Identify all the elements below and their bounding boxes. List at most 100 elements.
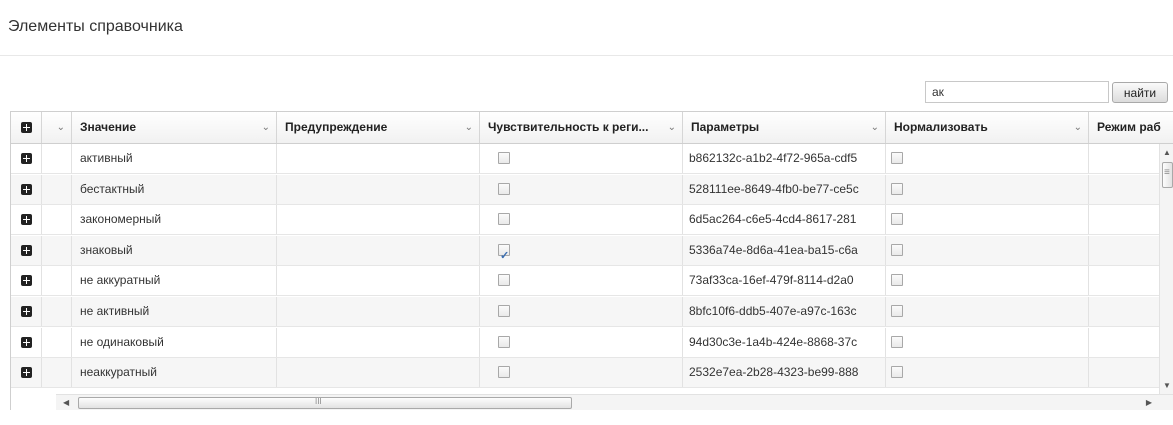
- plus-square-icon[interactable]: [21, 275, 32, 286]
- normalize-checkbox[interactable]: [891, 336, 903, 348]
- case-sensitivity-checkbox[interactable]: [498, 366, 510, 378]
- normalize-cell: [886, 297, 1089, 326]
- chevron-down-icon[interactable]: ⌄: [57, 112, 65, 143]
- chevron-down-icon[interactable]: ⌄: [871, 112, 879, 143]
- table-row[interactable]: неаккуратный 2532e7ea-2b28-4323-be99-888: [11, 358, 1173, 388]
- params-cell[interactable]: 528111ee-8649-4fb0-be77-ce5c: [683, 175, 886, 204]
- plus-square-icon[interactable]: [21, 337, 32, 348]
- search-input[interactable]: [925, 81, 1109, 103]
- row-menu-cell: [42, 144, 72, 173]
- expand-cell[interactable]: [11, 297, 42, 326]
- warning-cell[interactable]: [277, 266, 480, 295]
- arrow-down-icon[interactable]: ▼: [1163, 381, 1171, 390]
- column-header-value[interactable]: Значение ⌄: [72, 112, 277, 143]
- normalize-checkbox[interactable]: [891, 274, 903, 286]
- table-row[interactable]: закономерный 6d5ac264-c6e5-4cd4-8617-281: [11, 205, 1173, 235]
- plus-square-icon[interactable]: [21, 153, 32, 164]
- plus-square-icon[interactable]: [21, 184, 32, 195]
- column-label: Нормализовать: [894, 120, 988, 134]
- warning-cell[interactable]: [277, 297, 480, 326]
- normalize-checkbox[interactable]: [891, 244, 903, 256]
- plus-square-icon[interactable]: [21, 367, 32, 378]
- normalize-checkbox[interactable]: [891, 152, 903, 164]
- case-sensitivity-checkbox[interactable]: [498, 305, 510, 317]
- normalize-checkbox[interactable]: [891, 366, 903, 378]
- warning-cell[interactable]: [277, 358, 480, 387]
- scroll-thumb[interactable]: [1162, 162, 1173, 188]
- params-cell[interactable]: 73af33ca-16ef-479f-8114-d2a0: [683, 266, 886, 295]
- table-row[interactable]: не одинаковый 94d30c3e-1a4b-424e-8868-37c: [11, 328, 1173, 358]
- value-cell[interactable]: бестактный: [72, 175, 277, 204]
- case-sensitivity-cell: [480, 205, 683, 234]
- scroll-thumb[interactable]: [78, 397, 572, 409]
- warning-cell[interactable]: [277, 175, 480, 204]
- case-sensitivity-checkbox[interactable]: [498, 242, 510, 265]
- value-cell[interactable]: активный: [72, 144, 277, 173]
- warning-cell[interactable]: [277, 328, 480, 357]
- value-cell[interactable]: не активный: [72, 297, 277, 326]
- warning-cell[interactable]: [277, 205, 480, 234]
- expand-cell[interactable]: [11, 236, 42, 265]
- case-sensitivity-checkbox[interactable]: [498, 152, 510, 164]
- row-menu-column[interactable]: ⌄: [42, 112, 72, 143]
- plus-square-icon[interactable]: [21, 214, 32, 225]
- plus-square-icon[interactable]: [21, 306, 32, 317]
- chevron-down-icon[interactable]: ⌄: [1074, 112, 1082, 143]
- column-header-warning[interactable]: Предупреждение ⌄: [277, 112, 480, 143]
- value-cell[interactable]: закономерный: [72, 205, 277, 234]
- chevron-down-icon[interactable]: ⌄: [668, 112, 676, 143]
- expand-cell[interactable]: [11, 328, 42, 357]
- expand-cell[interactable]: [11, 144, 42, 173]
- column-label: Предупреждение: [285, 120, 388, 134]
- normalize-checkbox[interactable]: [891, 213, 903, 225]
- arrow-up-icon[interactable]: ▲: [1163, 148, 1171, 157]
- table-row[interactable]: не аккуратный 73af33ca-16ef-479f-8114-d2a…: [11, 266, 1173, 296]
- warning-cell[interactable]: [277, 144, 480, 173]
- warning-cell[interactable]: [277, 236, 480, 265]
- normalize-cell: [886, 205, 1089, 234]
- arrow-left-icon[interactable]: ◀: [63, 398, 69, 407]
- column-header-mode[interactable]: Режим раб: [1089, 112, 1173, 143]
- column-header-params[interactable]: Параметры ⌄: [683, 112, 886, 143]
- table-row[interactable]: не активный 8bfc10f6-ddb5-407e-a97c-163c: [11, 297, 1173, 327]
- params-cell[interactable]: 8bfc10f6-ddb5-407e-a97c-163c: [683, 297, 886, 326]
- value-cell[interactable]: знаковый: [72, 236, 277, 265]
- table-row[interactable]: знаковый 5336a74e-8d6a-41ea-ba15-c6a: [11, 236, 1173, 266]
- normalize-checkbox[interactable]: [891, 305, 903, 317]
- params-cell[interactable]: 5336a74e-8d6a-41ea-ba15-c6a: [683, 236, 886, 265]
- params-cell[interactable]: 94d30c3e-1a4b-424e-8868-37c: [683, 328, 886, 357]
- column-header-normalize[interactable]: Нормализовать ⌄: [886, 112, 1089, 143]
- column-header-case-sensitivity[interactable]: Чувствительность к реги... ⌄: [480, 112, 683, 143]
- plus-square-icon[interactable]: [21, 122, 32, 133]
- params-cell[interactable]: 2532e7ea-2b28-4323-be99-888: [683, 358, 886, 387]
- normalize-checkbox[interactable]: [891, 183, 903, 195]
- vertical-scrollbar[interactable]: ▲ ▼: [1159, 144, 1173, 394]
- expand-cell[interactable]: [11, 266, 42, 295]
- expand-cell[interactable]: [11, 205, 42, 234]
- case-sensitivity-cell: [480, 328, 683, 357]
- chevron-down-icon[interactable]: ⌄: [465, 112, 473, 143]
- row-menu-cell: [42, 266, 72, 295]
- value-cell[interactable]: не аккуратный: [72, 266, 277, 295]
- search-button[interactable]: найти: [1112, 82, 1168, 103]
- chevron-down-icon[interactable]: ⌄: [262, 112, 270, 143]
- normalize-cell: [886, 144, 1089, 173]
- expand-cell[interactable]: [11, 175, 42, 204]
- case-sensitivity-checkbox[interactable]: [498, 183, 510, 195]
- params-cell[interactable]: 6d5ac264-c6e5-4cd4-8617-281: [683, 205, 886, 234]
- case-sensitivity-checkbox[interactable]: [498, 336, 510, 348]
- plus-square-icon[interactable]: [21, 245, 32, 256]
- horizontal-scrollbar[interactable]: ◀ ▶: [56, 394, 1173, 410]
- params-cell[interactable]: b862132c-a1b2-4f72-965a-cdf5: [683, 144, 886, 173]
- arrow-right-icon[interactable]: ▶: [1146, 398, 1152, 407]
- table-row[interactable]: бестактный 528111ee-8649-4fb0-be77-ce5c: [11, 175, 1173, 205]
- case-sensitivity-checkbox[interactable]: [498, 274, 510, 286]
- value-cell[interactable]: не одинаковый: [72, 328, 277, 357]
- expand-cell[interactable]: [11, 358, 42, 387]
- table-row[interactable]: активный b862132c-a1b2-4f72-965a-cdf5: [11, 144, 1173, 174]
- case-sensitivity-cell: [480, 266, 683, 295]
- case-sensitivity-checkbox[interactable]: [498, 213, 510, 225]
- value-cell[interactable]: неаккуратный: [72, 358, 277, 387]
- expand-all-cell[interactable]: [11, 112, 42, 143]
- normalize-cell: [886, 236, 1089, 265]
